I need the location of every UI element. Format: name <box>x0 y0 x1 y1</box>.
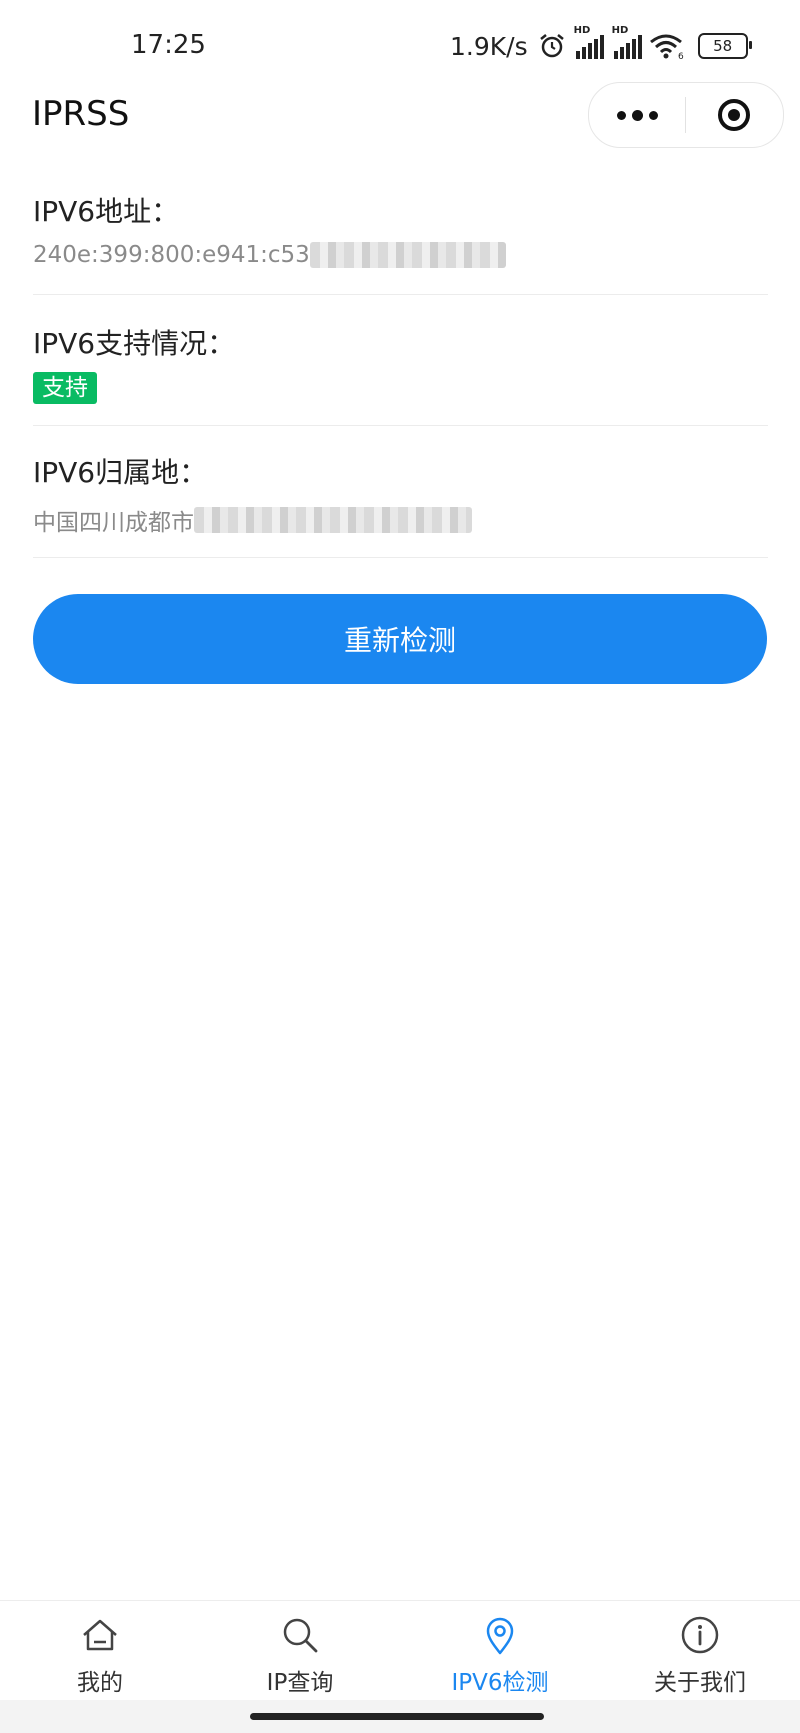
status-bar: 17:25 1.9K/s HD HD 6 58 <box>0 0 800 92</box>
close-miniprogram-button[interactable] <box>686 83 782 147</box>
tab-about-us[interactable]: 关于我们 <box>600 1601 800 1701</box>
ipv6-address-text: 240e:399:800:e941:c53 <box>33 242 310 268</box>
redacted-mosaic <box>309 242 506 268</box>
recheck-button[interactable]: 重新检测 <box>33 594 767 684</box>
battery-icon: 58 <box>697 33 752 59</box>
battery-level: 58 <box>713 37 733 55</box>
alarm-icon <box>539 34 564 58</box>
system-gesture-area <box>0 1700 800 1733</box>
ipv6-address-section: IPV6地址： 240e:399:800:e941:c53 <box>33 160 768 295</box>
tab-mine[interactable]: 我的 <box>0 1601 200 1701</box>
home-icon <box>83 1619 117 1651</box>
support-status-badge: 支持 <box>33 372 97 404</box>
miniprogram-capsule <box>588 82 784 148</box>
page-title: IPRSS <box>32 94 130 134</box>
ipv6-location-section: IPV6归属地： 中国四川成都市 <box>33 425 768 558</box>
wifi-badge: 6 <box>678 52 684 60</box>
redacted-mosaic <box>194 507 472 533</box>
more-menu-button[interactable] <box>589 83 685 147</box>
status-indicators: 1.9K/s HD HD 6 58 <box>450 25 752 64</box>
ipv6-location-value: 中国四川成都市 <box>33 503 472 537</box>
more-dot-icon <box>616 110 626 120</box>
tab-label: IPV6检测 <box>451 1670 549 1696</box>
tab-label: IP查询 <box>266 1670 334 1696</box>
ipv6-address-label: IPV6地址： <box>33 195 180 228</box>
wifi-icon: 6 <box>649 34 684 60</box>
tab-label: 我的 <box>77 1670 123 1696</box>
cellular-signal-2-icon: HD <box>612 25 642 59</box>
cellular-signal-1-icon: HD <box>574 25 604 59</box>
tab-ipv6-check[interactable]: IPV6检测 <box>400 1601 600 1701</box>
tab-label: 关于我们 <box>654 1670 746 1696</box>
status-time: 17:25 <box>131 30 206 60</box>
ipv6-location-label: IPV6归属地： <box>33 456 208 489</box>
tab-ip-query[interactable]: IP查询 <box>200 1601 400 1701</box>
home-indicator[interactable] <box>250 1713 544 1720</box>
tab-bar: 我的 IP查询 IPV6检测 关于我们 <box>0 1600 800 1701</box>
target-icon <box>718 99 750 131</box>
ipv6-support-label: IPV6支持情况： <box>33 327 236 360</box>
navigation-bar: IPRSS <box>0 80 800 152</box>
ipv6-support-section: IPV6支持情况： 支持 <box>33 294 768 426</box>
location-pin-icon <box>486 1617 514 1655</box>
search-icon <box>283 1618 318 1653</box>
network-speed: 1.9K/s <box>450 31 528 61</box>
ipv6-address-value: 240e:399:800:e941:c53 <box>33 242 506 268</box>
info-icon <box>681 1616 719 1654</box>
ipv6-location-text: 中国四川成都市 <box>33 510 194 536</box>
